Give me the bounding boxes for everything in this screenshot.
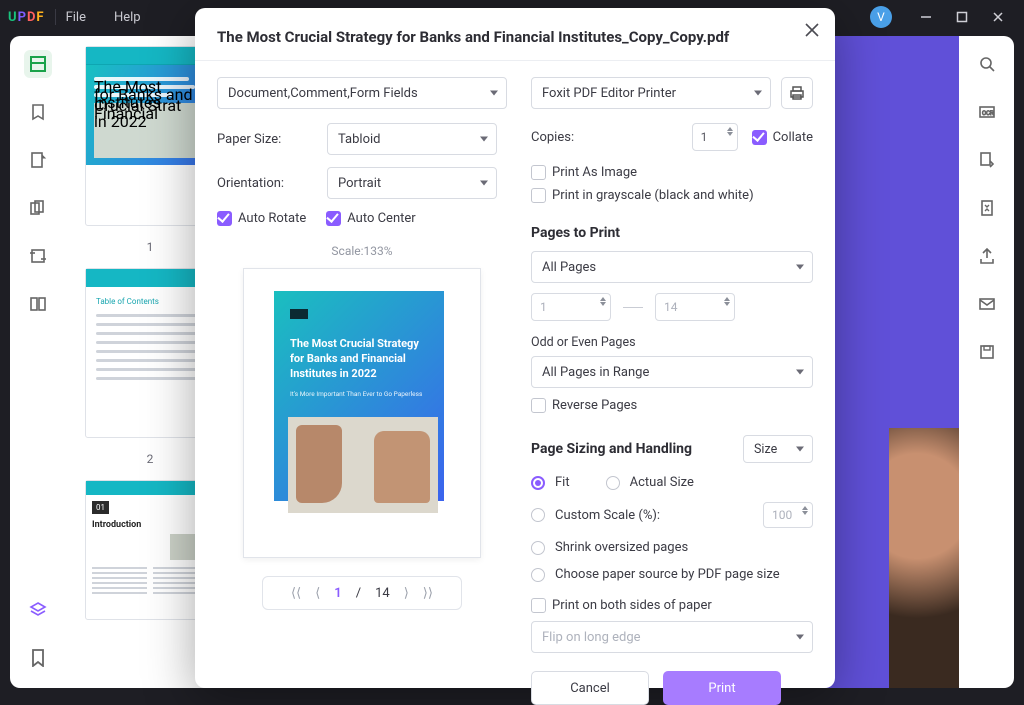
scale-readout: Scale:133% — [217, 244, 507, 258]
printer-select[interactable]: Foxit PDF Editor Printer — [531, 77, 771, 109]
collate-checkbox[interactable]: Collate — [752, 130, 813, 145]
duplex-select[interactable]: Flip on long edge — [531, 621, 813, 653]
custom-scale-radio[interactable]: Custom Scale (%): 100 — [531, 502, 813, 528]
page-from-stepper[interactable]: 1 — [531, 293, 611, 321]
auto-rotate-checkbox[interactable]: Auto Rotate — [217, 211, 306, 226]
page-range-select[interactable]: All Pages — [531, 251, 813, 283]
print-dialog: The Most Crucial Strategy for Banks and … — [195, 8, 835, 688]
orientation-label: Orientation: — [217, 176, 327, 191]
first-page-icon[interactable]: ⟨⟨ — [291, 586, 301, 601]
size-mode-select[interactable]: Size — [743, 435, 813, 463]
paper-size-label: Paper Size: — [217, 132, 327, 147]
next-page-icon[interactable]: ⟩ — [404, 586, 409, 601]
grayscale-checkbox[interactable]: Print in grayscale (black and white) — [531, 188, 754, 203]
fit-radio[interactable]: Fit — [531, 475, 570, 490]
preview-pager: ⟨⟨ ⟨ 1 / 14 ⟩ ⟩⟩ — [262, 576, 462, 610]
printer-properties-icon[interactable] — [781, 77, 813, 109]
choose-paper-source-radio[interactable]: Choose paper source by PDF page size — [531, 567, 813, 582]
paper-size-select[interactable]: Tabloid — [327, 123, 497, 155]
total-pages: 14 — [375, 586, 390, 601]
actual-size-radio[interactable]: Actual Size — [606, 475, 694, 490]
dialog-title: The Most Crucial Strategy for Banks and … — [217, 28, 813, 46]
current-page: 1 — [334, 586, 341, 601]
reverse-pages-checkbox[interactable]: Reverse Pages — [531, 398, 637, 413]
copies-label: Copies: — [531, 130, 574, 145]
print-button[interactable]: Print — [663, 671, 781, 705]
page-sizing-heading: Page Sizing and Handling — [531, 441, 692, 457]
pages-to-print-heading: Pages to Print — [531, 225, 813, 241]
copies-stepper[interactable]: 1 — [692, 123, 738, 151]
close-icon[interactable] — [805, 22, 819, 41]
auto-center-checkbox[interactable]: Auto Center — [326, 211, 415, 226]
prev-page-icon[interactable]: ⟨ — [315, 586, 320, 601]
odd-even-label: Odd or Even Pages — [531, 335, 813, 350]
odd-even-select[interactable]: All Pages in Range — [531, 356, 813, 388]
cancel-button[interactable]: Cancel — [531, 671, 649, 705]
orientation-select[interactable]: Portrait — [327, 167, 497, 199]
print-preview: The Most Crucial Strategy for Banks and … — [243, 268, 481, 558]
page-to-stepper[interactable]: 14 — [655, 293, 735, 321]
print-content-select[interactable]: Document,Comment,Form Fields — [217, 77, 507, 109]
print-as-image-checkbox[interactable]: Print As Image — [531, 165, 637, 180]
shrink-oversized-radio[interactable]: Shrink oversized pages — [531, 540, 813, 555]
last-page-icon[interactable]: ⟩⟩ — [423, 586, 433, 601]
both-sides-checkbox[interactable]: Print on both sides of paper — [531, 598, 712, 613]
custom-scale-stepper[interactable]: 100 — [763, 502, 813, 528]
